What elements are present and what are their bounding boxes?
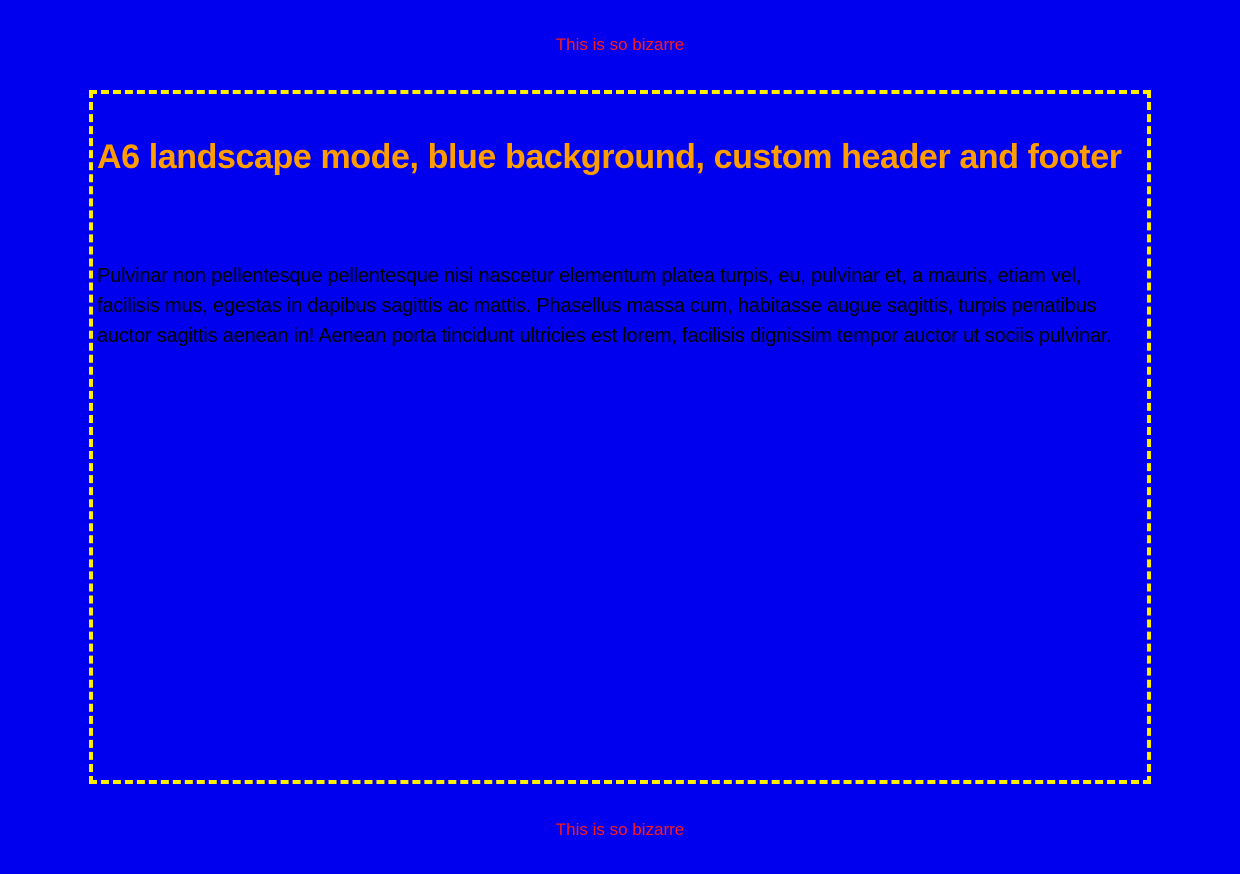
content-frame: A6 landscape mode, blue background, cust… (89, 90, 1151, 784)
document-body-paragraph: Pulvinar non pellentesque pellentesque n… (97, 265, 1112, 347)
page-header: This is so bizarre (555, 35, 685, 54)
page-footer: This is so bizarre (555, 820, 685, 839)
document-title: A6 landscape mode, blue background, cust… (97, 138, 1122, 176)
